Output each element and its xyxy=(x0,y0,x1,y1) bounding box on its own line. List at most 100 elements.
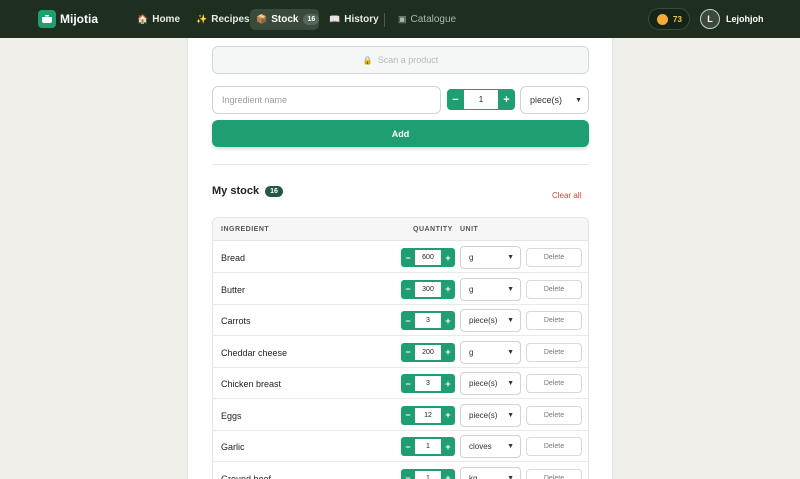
coin-icon xyxy=(657,13,668,25)
decrement-button[interactable]: − xyxy=(401,469,415,479)
table-row: Ground beef −1 + kg ▼ Delete xyxy=(213,463,588,479)
increment-button[interactable]: + xyxy=(441,406,455,425)
delete-button[interactable]: Delete xyxy=(526,248,582,267)
chevron-down-icon: ▼ xyxy=(507,411,514,419)
delete-button[interactable]: Delete xyxy=(526,342,582,362)
stock-count-badge: 16 xyxy=(303,14,320,25)
unit-select[interactable]: piece(s) ▼ xyxy=(460,372,521,395)
table-row: Cheddar cheese −200 + g ▼ Delete xyxy=(213,337,588,368)
increment-button[interactable]: + xyxy=(441,343,455,362)
divider xyxy=(212,164,589,165)
quantity-value[interactable]: 1 xyxy=(415,439,441,454)
unit-select-value: g xyxy=(469,253,474,262)
ingredient-name: Butter xyxy=(221,284,246,295)
nav-stock[interactable]: 📦 Stock 16 xyxy=(250,9,320,30)
increment-button[interactable]: + xyxy=(441,469,455,479)
unit-select[interactable]: kg ▼ xyxy=(460,466,521,479)
quantity-value[interactable]: 300 xyxy=(415,281,441,297)
scan-product-button[interactable]: 🔒 Scan a product xyxy=(212,46,589,74)
delete-button[interactable]: Delete xyxy=(526,405,582,425)
sparkle-icon: ✨ xyxy=(196,14,208,24)
decrement-button[interactable]: − xyxy=(401,343,415,362)
decrement-button[interactable]: − xyxy=(401,437,415,456)
decrement-button[interactable]: − xyxy=(401,248,415,267)
delete-button[interactable]: Delete xyxy=(526,437,582,456)
quantity-stepper: −1 + xyxy=(401,468,455,479)
coin-balance[interactable]: 73 xyxy=(648,8,690,30)
chevron-down-icon: ▼ xyxy=(507,254,514,261)
unit-select-value: piece(s) xyxy=(469,410,498,420)
chevron-down-icon: ▼ xyxy=(507,348,514,356)
stock-title: My stock xyxy=(212,185,260,197)
nav-history-label: History xyxy=(344,14,379,25)
stock-heading: My stock 16 xyxy=(212,185,283,197)
ingredient-name: Cheddar cheese xyxy=(221,347,288,358)
nav-catalogue[interactable]: ▣ Catalogue xyxy=(392,9,462,30)
chevron-down-icon: ▼ xyxy=(507,317,514,324)
chevron-down-icon: ▼ xyxy=(507,285,514,293)
nav-stock-label: Stock xyxy=(271,14,299,25)
quantity-value[interactable]: 1 xyxy=(415,470,441,479)
unit-select[interactable]: piece(s) ▼ xyxy=(460,403,521,427)
lock-icon: 🔒 xyxy=(362,55,373,65)
nav-catalogue-label: Catalogue xyxy=(410,14,457,25)
nav-home[interactable]: 🏠 Home xyxy=(131,9,186,30)
quantity-stepper: −200 + xyxy=(401,342,455,362)
ingredient-name-input[interactable] xyxy=(212,86,441,114)
increment-button[interactable]: + xyxy=(441,437,455,456)
pot-logo-icon xyxy=(38,10,56,28)
decrement-button[interactable]: − xyxy=(401,280,415,299)
unit-select[interactable]: g ▼ xyxy=(460,277,521,301)
ingredient-name: Bread xyxy=(221,253,246,263)
nav-recipes[interactable]: ✨ Recipes xyxy=(190,9,256,30)
unit-select-value: piece(s) xyxy=(469,379,498,388)
quantity-stepper: −300 + xyxy=(401,279,455,299)
unit-select[interactable]: g ▼ xyxy=(460,340,521,364)
nav-recipes-label: Recipes xyxy=(211,14,250,25)
column-unit: UNIT xyxy=(460,226,479,233)
user-menu[interactable]: L Lejohjoh xyxy=(700,9,764,29)
nav-divider xyxy=(384,13,385,27)
quantity-value[interactable]: 200 xyxy=(415,344,441,360)
unit-select[interactable]: piece(s) ▼ xyxy=(460,309,521,332)
decrement-button[interactable]: − xyxy=(401,311,415,330)
nav-history[interactable]: 📖 History xyxy=(323,9,385,30)
top-navbar: Mijotia 🏠 Home ✨ Recipes 📦 Stock 16 📖 Hi… xyxy=(0,0,800,38)
increment-button[interactable]: + xyxy=(441,311,455,330)
decrement-button[interactable]: − xyxy=(401,406,415,425)
quantity-stepper: −12 + xyxy=(401,405,455,425)
clear-all-button[interactable]: Clear all xyxy=(552,191,581,200)
unit-select[interactable]: piece(s) ▼ xyxy=(520,86,589,114)
table-row: Bread −600 + g ▼ Delete xyxy=(213,242,588,273)
table-header: INGREDIENT QUANTITY UNIT xyxy=(213,218,588,241)
decrement-button[interactable]: − xyxy=(401,374,415,393)
table-row: Chicken breast −3 + piece(s) ▼ Delete xyxy=(213,368,588,399)
increment-button[interactable]: + xyxy=(441,374,455,393)
delete-button[interactable]: Delete xyxy=(526,311,582,330)
ingredient-name: Carrots xyxy=(221,316,251,326)
quantity-value[interactable]: 600 xyxy=(415,250,441,265)
chevron-down-icon: ▼ xyxy=(507,443,514,450)
quantity-value[interactable]: 3 xyxy=(415,313,441,328)
column-ingredient: INGREDIENT xyxy=(221,226,270,233)
unit-select[interactable]: g ▼ xyxy=(460,246,521,269)
quantity-stepper: − 1 + xyxy=(447,89,515,110)
increment-button[interactable]: + xyxy=(441,248,455,267)
decrement-button[interactable]: − xyxy=(447,89,464,110)
ingredient-name: Eggs xyxy=(221,410,242,421)
chevron-down-icon: ▼ xyxy=(507,380,514,387)
increment-button[interactable]: + xyxy=(441,280,455,299)
quantity-stepper: −1 + xyxy=(401,437,455,456)
table-row: Garlic −1 + cloves ▼ Delete xyxy=(213,431,588,462)
increment-button[interactable]: + xyxy=(498,89,515,110)
brand[interactable]: Mijotia xyxy=(38,10,98,28)
unit-select[interactable]: cloves ▼ xyxy=(460,435,521,458)
delete-button[interactable]: Delete xyxy=(526,468,582,479)
quantity-value[interactable]: 1 xyxy=(464,90,498,109)
add-button[interactable]: Add xyxy=(212,120,589,147)
delete-button[interactable]: Delete xyxy=(526,374,582,393)
delete-button[interactable]: Delete xyxy=(526,279,582,299)
brand-name: Mijotia xyxy=(60,12,98,26)
quantity-value[interactable]: 12 xyxy=(415,407,441,423)
quantity-value[interactable]: 3 xyxy=(415,376,441,391)
